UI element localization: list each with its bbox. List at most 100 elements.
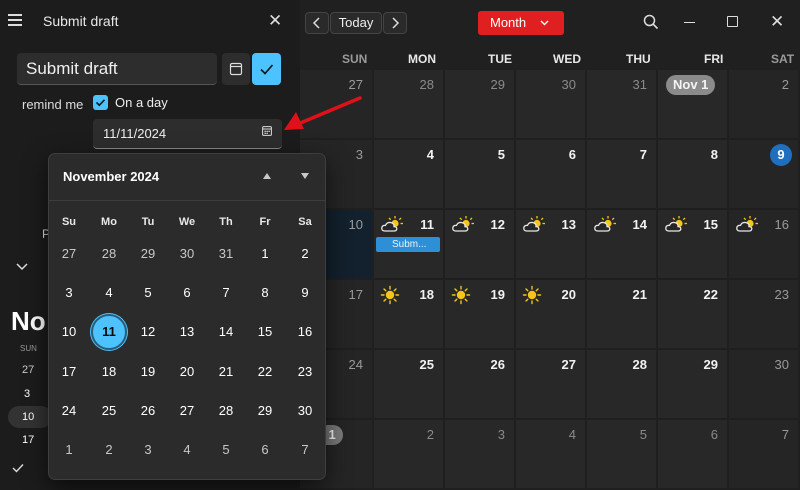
- calendar-day-cell[interactable]: 27: [516, 350, 587, 420]
- task-title-input[interactable]: Submit draft: [17, 53, 217, 85]
- date-picker-day[interactable]: 1: [49, 430, 89, 470]
- calendar-icon[interactable]: [262, 126, 272, 136]
- on-a-day-checkbox[interactable]: [93, 95, 108, 110]
- date-picker-day[interactable]: 28: [206, 391, 246, 431]
- calendar-day-cell[interactable]: 2: [374, 420, 445, 490]
- minimize-icon[interactable]: [684, 22, 695, 23]
- date-picker-day[interactable]: 14: [206, 312, 246, 352]
- calendar-day-cell[interactable]: 25: [374, 350, 445, 420]
- date-picker-day[interactable]: 21: [206, 352, 246, 392]
- calendar-day-cell[interactable]: 2: [729, 70, 800, 140]
- calendar-day-cell[interactable]: 5: [445, 140, 516, 210]
- date-picker-day[interactable]: 17: [49, 352, 89, 392]
- date-picker-day[interactable]: 10: [49, 312, 89, 352]
- calendar-day-cell[interactable]: 12: [445, 210, 516, 280]
- calendar-day-cell[interactable]: 26: [445, 350, 516, 420]
- calendar-day-cell[interactable]: 22: [658, 280, 729, 350]
- calendar-day-cell[interactable]: 4: [516, 420, 587, 490]
- calendar-day-cell[interactable]: 28: [374, 70, 445, 140]
- date-picker-day[interactable]: 30: [285, 391, 325, 431]
- date-picker-day[interactable]: 19: [128, 352, 168, 392]
- calendar-day-cell[interactable]: 4: [374, 140, 445, 210]
- calendar-day-cell[interactable]: 15: [658, 210, 729, 280]
- date-picker-day[interactable]: 4: [89, 273, 129, 313]
- calendar-day-cell[interactable]: 13: [516, 210, 587, 280]
- calendar-day-cell[interactable]: 5: [587, 420, 658, 490]
- date-picker-day[interactable]: 30: [167, 234, 207, 274]
- today-button[interactable]: Today: [330, 12, 382, 34]
- date-picker-day[interactable]: 23: [285, 352, 325, 392]
- date-picker-day[interactable]: 16: [285, 312, 325, 352]
- calendar-day-cell[interactable]: 19: [445, 280, 516, 350]
- date-picker-day[interactable]: 18: [89, 352, 129, 392]
- mini-calendar-day[interactable]: 10: [22, 411, 34, 423]
- hamburger-icon[interactable]: [8, 14, 22, 26]
- date-picker-day[interactable]: 13: [167, 312, 207, 352]
- maximize-icon[interactable]: [727, 16, 738, 27]
- date-picker-day[interactable]: 2: [285, 234, 325, 274]
- view-selector-button[interactable]: Month: [478, 11, 564, 35]
- date-picker-day[interactable]: 26: [128, 391, 168, 431]
- mini-calendar-day[interactable]: 17: [22, 434, 34, 446]
- mini-calendar-day[interactable]: 3: [24, 388, 30, 400]
- date-picker-month-label[interactable]: November 2024: [63, 169, 159, 184]
- calendar-day-cell[interactable]: 29: [445, 70, 516, 140]
- date-picker-day[interactable]: 15: [245, 312, 285, 352]
- date-picker-day[interactable]: 3: [128, 430, 168, 470]
- date-picker-day[interactable]: 29: [128, 234, 168, 274]
- calendar-day-cell[interactable]: Nov 1: [658, 70, 729, 140]
- calendar-day-cell[interactable]: 7: [729, 420, 800, 490]
- date-picker-day[interactable]: 9: [285, 273, 325, 313]
- date-picker-day[interactable]: 7: [206, 273, 246, 313]
- event-chip[interactable]: Subm...: [376, 237, 440, 252]
- date-picker-day[interactable]: 27: [49, 234, 89, 274]
- date-picker-day[interactable]: 27: [167, 391, 207, 431]
- calendar-day-cell[interactable]: 30: [516, 70, 587, 140]
- chevron-down-icon[interactable]: [15, 261, 29, 271]
- triangle-up-icon[interactable]: [262, 172, 272, 180]
- date-picker-day[interactable]: 12: [128, 312, 168, 352]
- calendar-day-cell[interactable]: 3: [445, 420, 516, 490]
- date-picker-day[interactable]: 5: [206, 430, 246, 470]
- calendar-day-cell[interactable]: 6: [658, 420, 729, 490]
- calendar-day-cell[interactable]: 31: [587, 70, 658, 140]
- date-picker-day[interactable]: 4: [167, 430, 207, 470]
- date-picker-day[interactable]: 25: [89, 391, 129, 431]
- calendar-day-cell[interactable]: 21: [587, 280, 658, 350]
- save-check-button[interactable]: [252, 53, 281, 85]
- search-icon[interactable]: [643, 14, 659, 30]
- next-month-button[interactable]: [383, 12, 407, 34]
- date-picker-day[interactable]: 3: [49, 273, 89, 313]
- date-picker-day[interactable]: 28: [89, 234, 129, 274]
- date-picker-day[interactable]: 8: [245, 273, 285, 313]
- mini-calendar-day[interactable]: 27: [22, 364, 34, 376]
- calendar-day-cell[interactable]: 8: [658, 140, 729, 210]
- close-icon[interactable]: ✕: [268, 11, 282, 31]
- date-picker-day[interactable]: 20: [167, 352, 207, 392]
- checkmark-icon[interactable]: [12, 463, 24, 473]
- calendar-day-cell[interactable]: 16: [729, 210, 800, 280]
- calendar-day-cell[interactable]: 18: [374, 280, 445, 350]
- reminder-date-field[interactable]: 11/11/2024: [93, 119, 282, 149]
- date-picker-day[interactable]: 22: [245, 352, 285, 392]
- calendar-day-cell[interactable]: 20: [516, 280, 587, 350]
- calendar-day-cell[interactable]: 28: [587, 350, 658, 420]
- calendar-day-cell[interactable]: 29: [658, 350, 729, 420]
- calendar-day-cell[interactable]: 6: [516, 140, 587, 210]
- previous-month-button[interactable]: [305, 12, 329, 34]
- date-picker-day[interactable]: 31: [206, 234, 246, 274]
- calendar-day-cell[interactable]: 23: [729, 280, 800, 350]
- date-picker-day[interactable]: 1: [245, 234, 285, 274]
- calendar-day-cell[interactable]: 30: [729, 350, 800, 420]
- window-close-icon[interactable]: ✕: [770, 12, 784, 32]
- date-picker-day[interactable]: 5: [128, 273, 168, 313]
- date-picker-day[interactable]: 24: [49, 391, 89, 431]
- triangle-down-icon[interactable]: [300, 172, 310, 180]
- calendar-day-cell[interactable]: 14: [587, 210, 658, 280]
- calendar-button[interactable]: [222, 53, 250, 85]
- calendar-day-cell[interactable]: 7: [587, 140, 658, 210]
- date-picker-day[interactable]: 29: [245, 391, 285, 431]
- date-picker-day[interactable]: 7: [285, 430, 325, 470]
- calendar-day-cell[interactable]: 9: [729, 140, 800, 210]
- date-picker-day[interactable]: 6: [167, 273, 207, 313]
